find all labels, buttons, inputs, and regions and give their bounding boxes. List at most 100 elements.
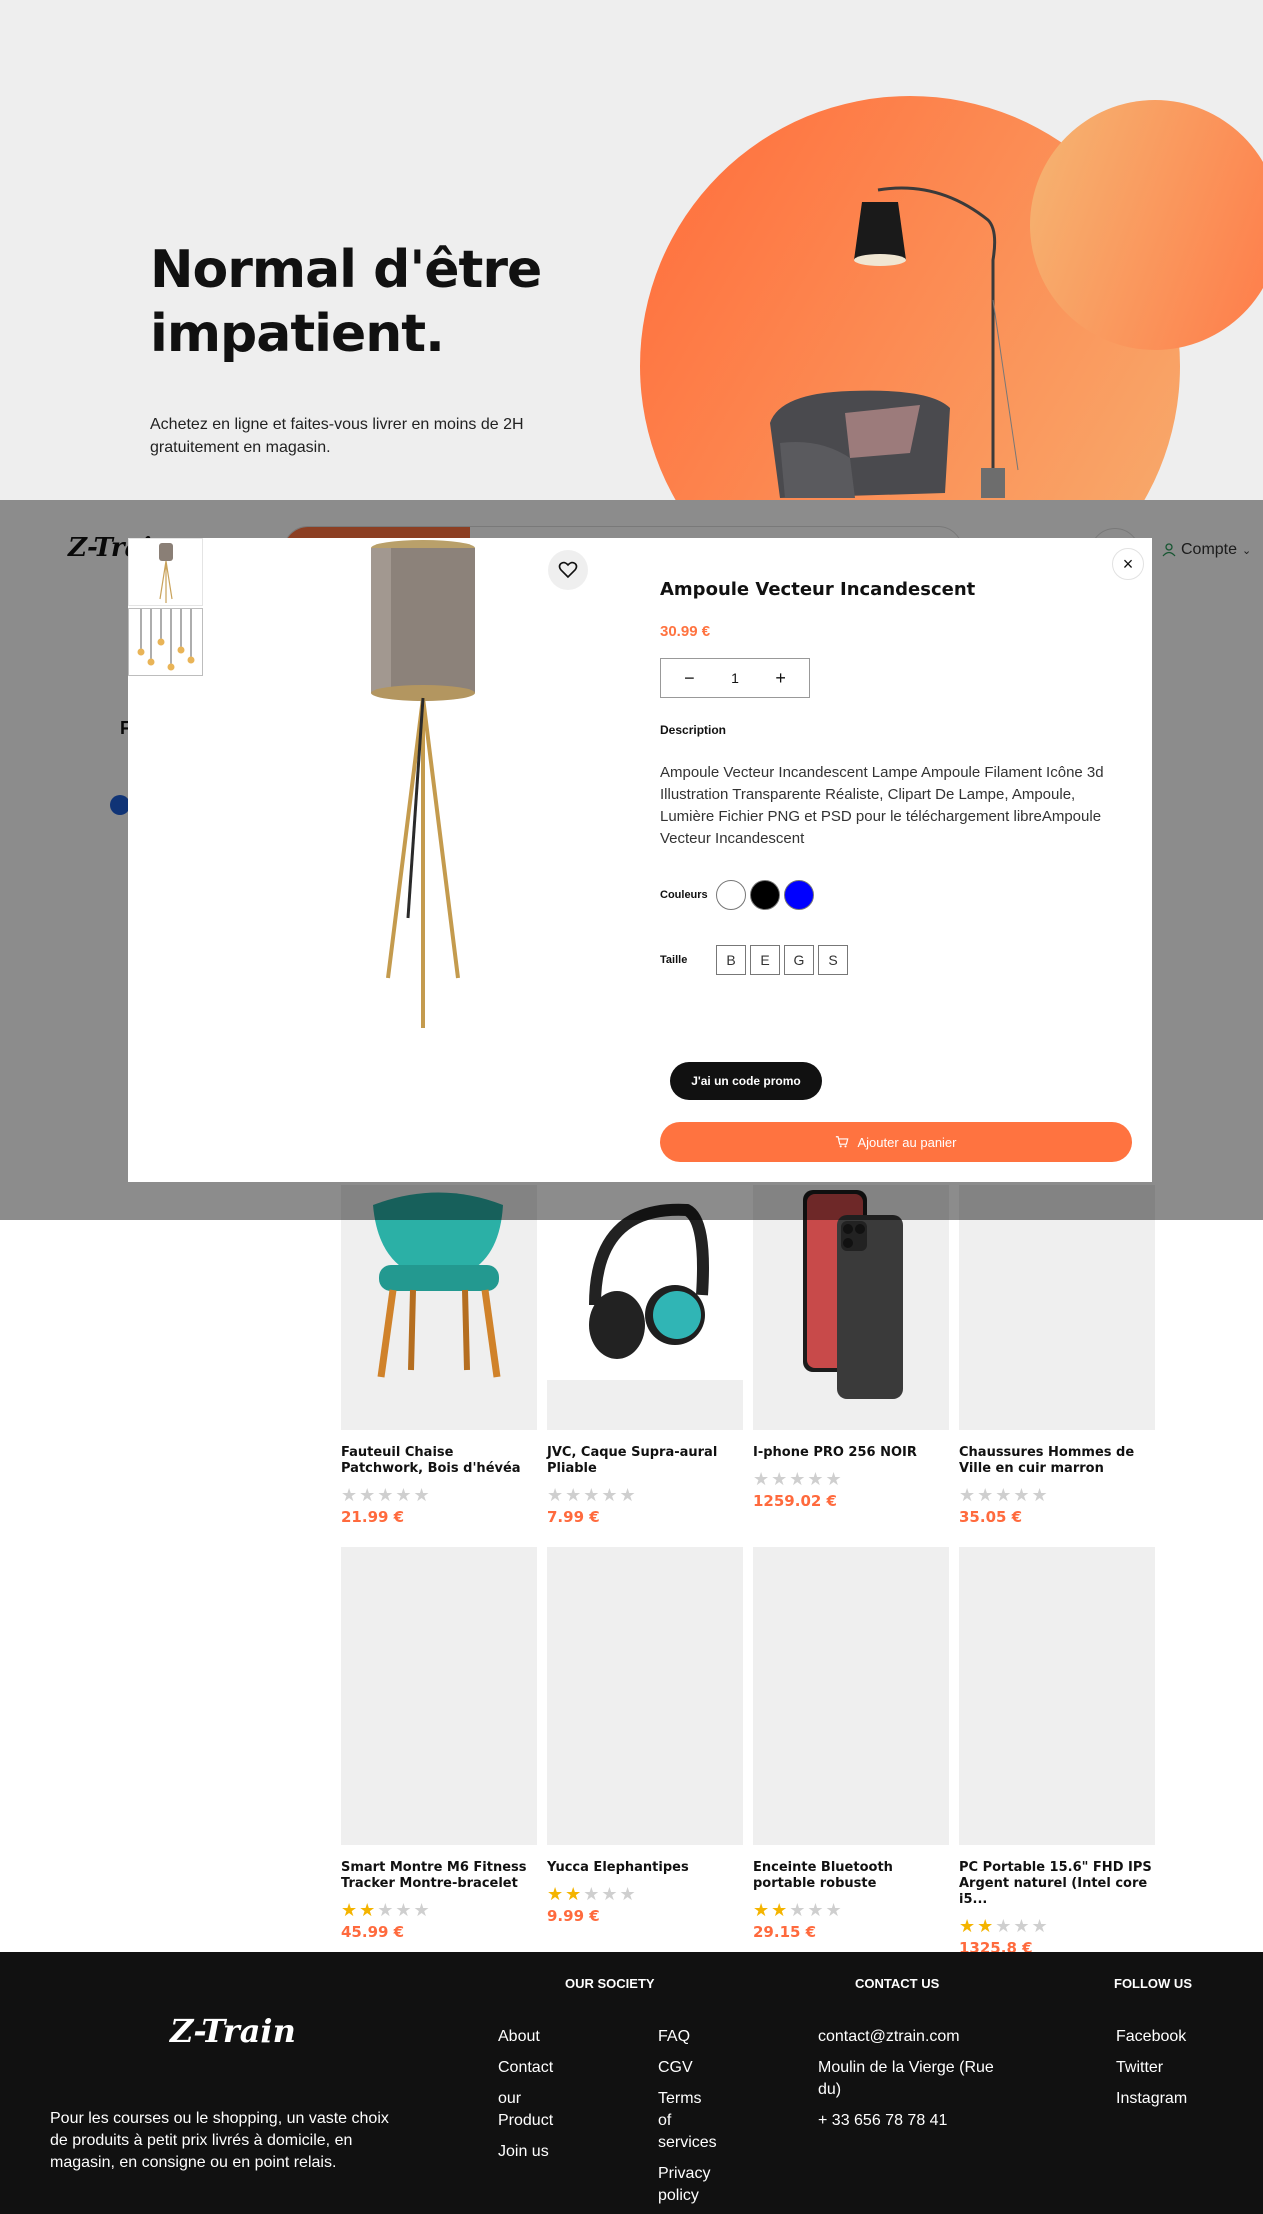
- hero-title: Normal d'être impatient.: [150, 240, 542, 364]
- product-card[interactable]: Chaussures Hommes de Ville en cuir marro…: [959, 1185, 1155, 1526]
- size-option[interactable]: S: [818, 945, 848, 975]
- footer-contact-list: contact@ztrain.com Moulin de la Vierge (…: [818, 2026, 1018, 2141]
- footer-tagline: Pour les courses ou le shopping, un vast…: [50, 2110, 389, 2171]
- favorite-button[interactable]: [548, 550, 588, 590]
- product-price: 9.99 €: [547, 1907, 600, 1925]
- product-card[interactable]: Fauteuil Chaise Patchwork, Bois d'hévéa …: [341, 1185, 537, 1526]
- hero-banner: Normal d'être impatient. Achetez en lign…: [0, 0, 1263, 500]
- product-card[interactable]: PC Portable 15.6" FHD IPS Argent naturel…: [959, 1547, 1155, 1957]
- close-button[interactable]: ×: [1112, 548, 1144, 580]
- footer-social-links: Facebook Twitter Instagram: [1116, 2026, 1236, 2119]
- footer-link-facebook[interactable]: Facebook: [1116, 2026, 1236, 2048]
- plus-icon[interactable]: +: [766, 668, 796, 689]
- hero-armchair-image: [770, 390, 950, 498]
- hero-subtitle: Achetez en ligne et faites-vous livrer e…: [150, 416, 524, 456]
- thumbnail-bulbs[interactable]: [128, 608, 203, 676]
- add-to-cart-label: Ajouter au panier: [857, 1134, 957, 1150]
- product-card[interactable]: - I-phone PRO 256 NOIR ★★★★★ 1259.02 €: [753, 1185, 949, 1510]
- description-text: Ampoule Vecteur Incandescent Lampe Ampou…: [660, 764, 1104, 847]
- product-price: 35.05 €: [959, 1508, 1023, 1526]
- hero-gradient-circle-small: [1030, 100, 1263, 350]
- footer-link-cgv[interactable]: CGV: [658, 2057, 738, 2079]
- footer-legal-links: FAQ CGV Terms of services Privacy policy: [658, 2026, 738, 2214]
- footer-link-terms[interactable]: Terms of services: [658, 2088, 718, 2154]
- phone-image: -: [803, 1190, 903, 1399]
- product-image[interactable]: -: [753, 1185, 949, 1430]
- footer-link-join-us[interactable]: Join us: [498, 2141, 588, 2163]
- size-option[interactable]: E: [750, 945, 780, 975]
- rating-stars: ★★★★★: [959, 1485, 1050, 1505]
- product-title: Ampoule Vecteur Incandescent: [660, 579, 976, 600]
- quantity-stepper[interactable]: − 1 +: [660, 658, 810, 698]
- color-swatch-white[interactable]: [716, 880, 746, 910]
- product-name[interactable]: Enceinte Bluetooth portable robuste: [753, 1860, 949, 1892]
- product-card[interactable]: JVC, Caque Supra-aural Pliable ★★★★★ 7.9…: [547, 1185, 743, 1526]
- footer-link-privacy[interactable]: Privacy policy: [658, 2163, 718, 2207]
- quantity-value[interactable]: 1: [731, 670, 739, 686]
- product-price: 29.15 €: [753, 1923, 817, 1941]
- headphones-image: [547, 1203, 743, 1430]
- product-quick-view-modal: × Ampoule Vecteur Incandescent 30.99 € −…: [128, 538, 1152, 1182]
- footer-link-contact[interactable]: Contact: [498, 2057, 588, 2079]
- size-option[interactable]: G: [784, 945, 814, 975]
- color-swatch-black[interactable]: [750, 880, 780, 910]
- colors-label: Couleurs: [660, 889, 708, 901]
- product-name[interactable]: JVC, Caque Supra-aural Pliable: [547, 1445, 743, 1477]
- footer-link-instagram[interactable]: Instagram: [1116, 2088, 1236, 2110]
- product-name[interactable]: I-phone PRO 256 NOIR: [753, 1445, 949, 1461]
- heart-icon: [558, 561, 578, 579]
- footer-society-heading: OUR SOCIETY: [565, 1976, 655, 1991]
- product-price: 7.99 €: [547, 1508, 600, 1526]
- chair-image: [373, 1192, 503, 1378]
- product-image[interactable]: [753, 1547, 949, 1845]
- rating-stars: ★★★★★: [547, 1884, 638, 1904]
- product-image[interactable]: [547, 1547, 743, 1845]
- product-name[interactable]: PC Portable 15.6" FHD IPS Argent naturel…: [959, 1860, 1155, 1908]
- rating-stars: ★★★★★: [341, 1485, 432, 1505]
- rating-stars: ★★★★★: [753, 1469, 844, 1489]
- product-name[interactable]: Yucca Elephantipes: [547, 1860, 743, 1876]
- rating-stars: ★★★★★: [753, 1900, 844, 1920]
- cart-icon: [836, 1136, 849, 1148]
- footer-society-links: About Contact our Product Join us: [498, 2026, 588, 2172]
- product-image[interactable]: [547, 1185, 743, 1430]
- rating-stars: ★★★★★: [547, 1485, 638, 1505]
- promo-code-button[interactable]: J'ai un code promo: [670, 1062, 822, 1100]
- close-icon: ×: [1122, 553, 1134, 574]
- color-picker: Couleurs: [660, 880, 814, 910]
- color-swatch-blue[interactable]: [784, 880, 814, 910]
- footer-link-faq[interactable]: FAQ: [658, 2026, 738, 2048]
- add-to-cart-button[interactable]: Ajouter au panier: [660, 1122, 1132, 1162]
- product-price: 1259.02 €: [753, 1492, 837, 1510]
- product-card[interactable]: Enceinte Bluetooth portable robuste ★★★★…: [753, 1547, 949, 1941]
- product-name[interactable]: Smart Montre M6 Fitness Tracker Montre-b…: [341, 1860, 537, 1892]
- site-footer: Z-Train Pour les courses ou le shopping,…: [0, 1952, 1263, 2214]
- size-option[interactable]: B: [716, 945, 746, 975]
- size-picker: Taille B E G S: [660, 945, 848, 975]
- footer-link-twitter[interactable]: Twitter: [1116, 2057, 1236, 2079]
- footer-link-about[interactable]: About: [498, 2026, 588, 2048]
- product-card[interactable]: Yucca Elephantipes ★★★★★ 9.99 €: [547, 1547, 743, 1925]
- product-name[interactable]: Chaussures Hommes de Ville en cuir marro…: [959, 1445, 1155, 1477]
- footer-follow-heading: FOLLOW US: [1114, 1976, 1192, 1991]
- thumbnail-floor-lamp[interactable]: [128, 538, 203, 606]
- description-label: Description: [660, 723, 727, 737]
- footer-link-our-product[interactable]: our Product: [498, 2088, 558, 2132]
- size-label: Taille: [660, 954, 688, 966]
- footer-phone[interactable]: + 33 656 78 78 41: [818, 2110, 1018, 2132]
- product-price: 30.99 €: [660, 623, 711, 640]
- product-name[interactable]: Fauteuil Chaise Patchwork, Bois d'hévéa: [341, 1445, 537, 1477]
- footer-address: Moulin de la Vierge (Rue du): [818, 2059, 994, 2098]
- floor-lamp-thumb-image: [159, 543, 173, 603]
- footer-email[interactable]: contact@ztrain.com: [818, 2026, 1018, 2048]
- rating-stars: ★★★★★: [341, 1900, 432, 1920]
- product-main-image: [371, 540, 475, 1028]
- minus-icon[interactable]: −: [674, 668, 704, 689]
- product-image[interactable]: [959, 1185, 1155, 1430]
- product-image[interactable]: [959, 1547, 1155, 1845]
- product-price: 21.99 €: [341, 1508, 405, 1526]
- footer-logo[interactable]: Z-Train: [170, 2012, 296, 2050]
- product-image[interactable]: [341, 1185, 537, 1430]
- product-card[interactable]: Smart Montre M6 Fitness Tracker Montre-b…: [341, 1547, 537, 1941]
- product-image[interactable]: [341, 1547, 537, 1845]
